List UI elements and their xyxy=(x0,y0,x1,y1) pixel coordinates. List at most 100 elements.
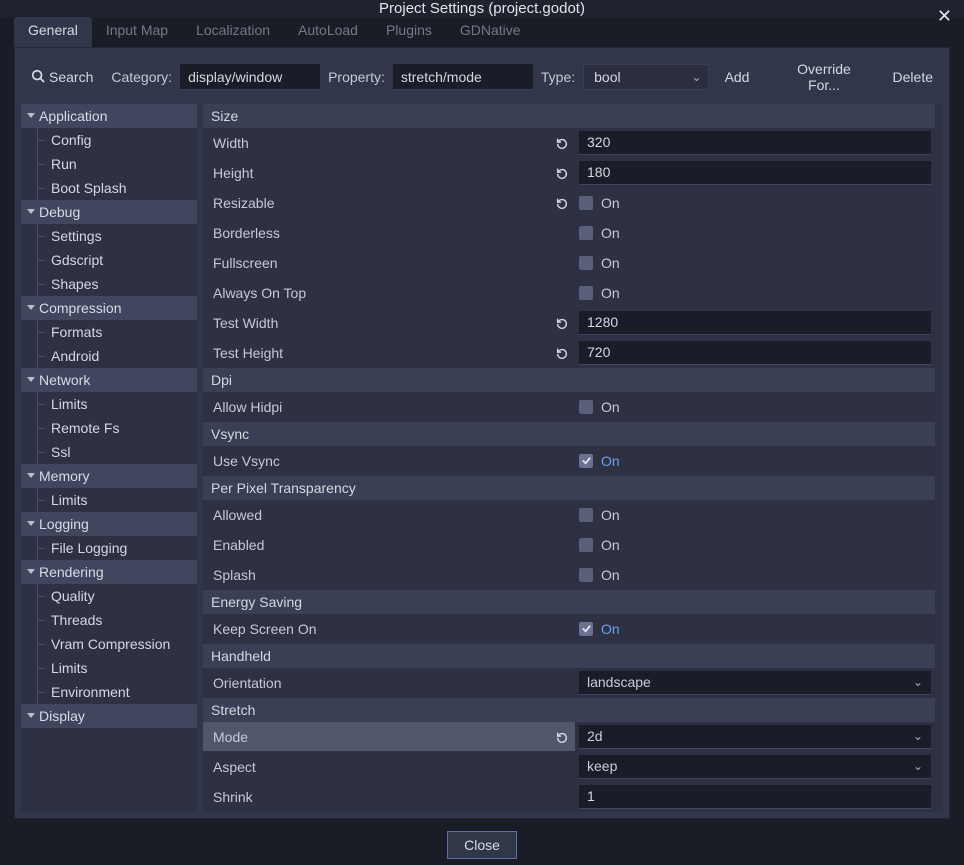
prop-row-always-on-top: Always On TopOn xyxy=(203,278,935,308)
tree-item-android[interactable]: Android xyxy=(21,344,197,368)
tree-cat-memory[interactable]: Memory xyxy=(21,464,197,488)
prop-row-width: Width xyxy=(203,128,935,158)
section-vsync: Vsync xyxy=(203,422,935,446)
prop-label-text: Enabled xyxy=(213,537,264,553)
category-tree[interactable]: ApplicationConfigRunBoot SplashDebugSett… xyxy=(21,104,197,812)
chevron-down-icon: ⌄ xyxy=(913,759,923,773)
tree-item-shapes[interactable]: Shapes xyxy=(21,272,197,296)
checkbox[interactable] xyxy=(579,400,593,414)
prop-label-text: Splash xyxy=(213,567,256,583)
tab-input-map[interactable]: Input Map xyxy=(92,17,182,47)
category-input[interactable] xyxy=(180,64,320,90)
tree-item-quality[interactable]: Quality xyxy=(21,584,197,608)
checkbox[interactable] xyxy=(579,196,593,210)
revert-icon[interactable] xyxy=(555,730,569,744)
tree-item-limits[interactable]: Limits xyxy=(21,656,197,680)
tab-gdnative[interactable]: GDNative xyxy=(446,17,535,47)
checkbox[interactable] xyxy=(579,538,593,552)
dropdown-value: landscape xyxy=(587,674,651,690)
checkbox-wrap[interactable]: On xyxy=(579,255,931,271)
prop-row-allow-hidpi: Allow HidpiOn xyxy=(203,392,935,422)
tree-item-ssl[interactable]: Ssl xyxy=(21,440,197,464)
override-for-button[interactable]: Override For... xyxy=(771,56,876,98)
checkbox-wrap[interactable]: On xyxy=(579,195,931,211)
close-icon[interactable]: ✕ xyxy=(937,6,952,27)
checkbox[interactable] xyxy=(579,622,593,636)
prop-label-text: Test Height xyxy=(213,345,283,361)
prop-row-aspect: Aspect keep⌄ xyxy=(203,752,935,782)
type-dropdown[interactable]: bool ⌄ xyxy=(583,64,708,90)
prop-label: Keep Screen On xyxy=(203,614,575,643)
number-input[interactable] xyxy=(579,131,931,155)
search-label: Search xyxy=(49,69,93,85)
checkbox[interactable] xyxy=(579,568,593,582)
tree-item-run[interactable]: Run xyxy=(21,152,197,176)
tree-item-vram-compression[interactable]: Vram Compression xyxy=(21,632,197,656)
type-label: Type: xyxy=(539,69,577,85)
revert-icon[interactable] xyxy=(555,166,569,180)
tree-cat-rendering[interactable]: Rendering xyxy=(21,560,197,584)
prop-label: Height xyxy=(203,158,575,187)
dropdown[interactable]: 2d⌄ xyxy=(579,725,931,749)
checkbox[interactable] xyxy=(579,226,593,240)
tree-item-formats[interactable]: Formats xyxy=(21,320,197,344)
dropdown-value: 2d xyxy=(587,728,603,744)
tree-item-file-logging[interactable]: File Logging xyxy=(21,536,197,560)
number-input[interactable] xyxy=(579,161,931,185)
checkbox-label: On xyxy=(601,507,620,523)
tree-item-limits[interactable]: Limits xyxy=(21,488,197,512)
tree-cat-compression[interactable]: Compression xyxy=(21,296,197,320)
checkbox-wrap[interactable]: On xyxy=(579,621,931,637)
revert-icon[interactable] xyxy=(555,196,569,210)
tree-item-config[interactable]: Config xyxy=(21,128,197,152)
tree-cat-debug[interactable]: Debug xyxy=(21,200,197,224)
tree-item-environment[interactable]: Environment xyxy=(21,680,197,704)
property-input[interactable] xyxy=(393,64,533,90)
checkbox-wrap[interactable]: On xyxy=(579,225,931,241)
tree-item-gdscript[interactable]: Gdscript xyxy=(21,248,197,272)
checkbox-wrap[interactable]: On xyxy=(579,399,931,415)
prop-value: On xyxy=(575,560,935,589)
number-input[interactable] xyxy=(579,311,931,335)
search-button[interactable]: Search xyxy=(21,64,103,91)
tree-item-boot-splash[interactable]: Boot Splash xyxy=(21,176,197,200)
delete-button[interactable]: Delete xyxy=(883,64,943,90)
close-button[interactable]: Close xyxy=(447,831,517,859)
revert-icon[interactable] xyxy=(555,316,569,330)
number-input[interactable] xyxy=(579,341,931,365)
prop-row-allowed: AllowedOn xyxy=(203,500,935,530)
add-button[interactable]: Add xyxy=(715,64,760,90)
section-energy-saving: Energy Saving xyxy=(203,590,935,614)
tree-cat-display[interactable]: Display xyxy=(21,704,197,728)
checkbox[interactable] xyxy=(579,454,593,468)
checkbox[interactable] xyxy=(579,508,593,522)
prop-value: On xyxy=(575,530,935,559)
tab-localization[interactable]: Localization xyxy=(182,17,284,47)
revert-icon[interactable] xyxy=(555,346,569,360)
checkbox-wrap[interactable]: On xyxy=(579,507,931,523)
checkbox[interactable] xyxy=(579,256,593,270)
dropdown[interactable]: keep⌄ xyxy=(579,755,931,779)
checkbox-label: On xyxy=(601,255,620,271)
tab-general[interactable]: General xyxy=(14,17,92,47)
checkbox-wrap[interactable]: On xyxy=(579,285,931,301)
checkbox-wrap[interactable]: On xyxy=(579,453,931,469)
tab-plugins[interactable]: Plugins xyxy=(372,17,446,47)
checkbox-wrap[interactable]: On xyxy=(579,567,931,583)
revert-icon[interactable] xyxy=(555,136,569,150)
tree-item-settings[interactable]: Settings xyxy=(21,224,197,248)
checkbox-wrap[interactable]: On xyxy=(579,537,931,553)
prop-label-text: Aspect xyxy=(213,759,256,775)
tree-cat-network[interactable]: Network xyxy=(21,368,197,392)
number-input[interactable] xyxy=(579,785,931,809)
inspector[interactable]: SizeWidthHeightResizableOnBorderlessOnFu… xyxy=(203,104,943,812)
tree-cat-application[interactable]: Application xyxy=(21,104,197,128)
checkbox[interactable] xyxy=(579,286,593,300)
prop-value: On xyxy=(575,500,935,529)
tree-item-threads[interactable]: Threads xyxy=(21,608,197,632)
tree-item-limits[interactable]: Limits xyxy=(21,392,197,416)
tree-cat-logging[interactable]: Logging xyxy=(21,512,197,536)
tree-item-remote-fs[interactable]: Remote Fs xyxy=(21,416,197,440)
tab-autoload[interactable]: AutoLoad xyxy=(284,17,372,47)
dropdown[interactable]: landscape⌄ xyxy=(579,671,931,695)
